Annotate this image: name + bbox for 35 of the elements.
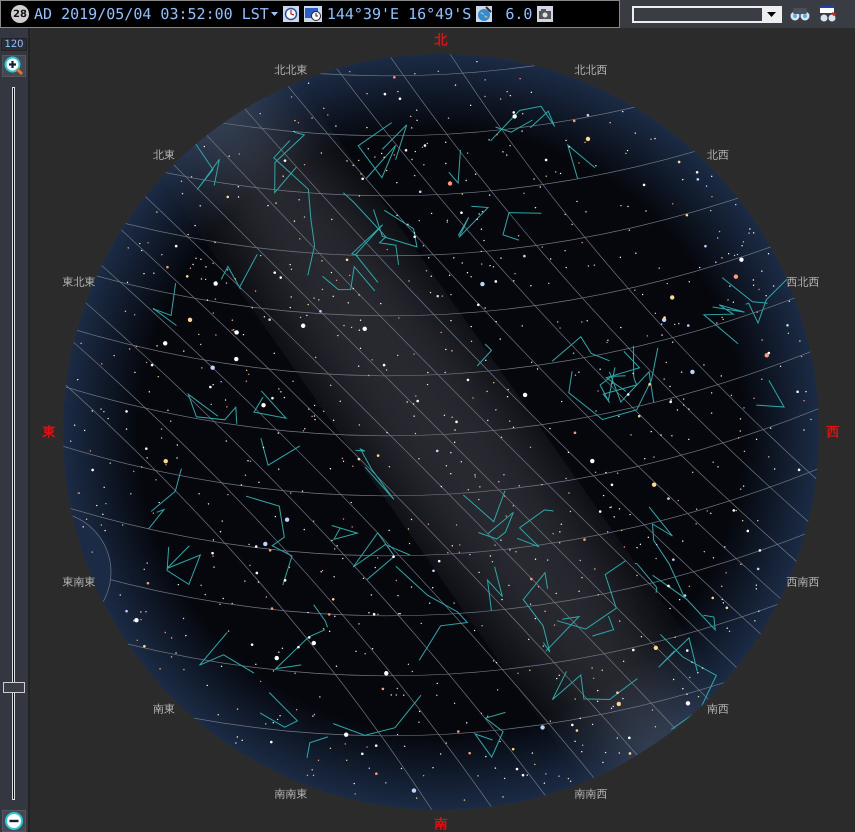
direction-label: 西南西	[786, 574, 820, 590]
direction-label: 北	[434, 32, 448, 49]
direction-label: 北西	[707, 147, 730, 162]
direction-label: 東	[42, 424, 56, 441]
location-coordinates[interactable]: 144°39'E 16°49'S	[326, 5, 472, 23]
binoculars-icon[interactable]	[790, 7, 810, 21]
direction-label: 西北西	[786, 274, 820, 290]
window-binoculars-icon[interactable]	[818, 6, 838, 22]
direction-label: 南南東	[274, 786, 308, 802]
date-time[interactable]: AD 2019/05/04 03:52:00 LST	[34, 5, 269, 23]
direction-label: 東南東	[62, 574, 96, 590]
direction-label: 北東	[152, 147, 175, 162]
direction-label: 南西	[707, 702, 730, 717]
direction-label: 北北西	[574, 62, 608, 78]
direction-label: 北北東	[274, 62, 308, 78]
field-of-view-readout: 120	[1, 38, 27, 51]
zoom-in-button[interactable]	[2, 55, 26, 77]
direction-label: 東北東	[62, 274, 96, 290]
direction-label: 南	[434, 816, 448, 832]
direction-label: 西	[826, 424, 840, 441]
monitor-clock-icon[interactable]	[304, 6, 322, 22]
direction-label: 南南西	[574, 786, 608, 802]
zoom-out-button[interactable]	[2, 810, 26, 832]
dropdown-caret-icon[interactable]	[766, 12, 776, 16]
star-chart-drawing[interactable]	[63, 54, 819, 810]
caret-icon[interactable]	[270, 12, 278, 16]
clock-icon[interactable]	[282, 6, 299, 22]
slider-thumb[interactable]	[3, 682, 25, 694]
moon-age[interactable]: 28	[11, 5, 29, 23]
direction-label: 南東	[152, 702, 175, 717]
magnitude-limit[interactable]: 6.0	[505, 5, 532, 23]
zoom-slider[interactable]	[3, 87, 25, 800]
camera-icon[interactable]	[537, 6, 554, 22]
globe-icon[interactable]	[476, 6, 492, 22]
object-select-field[interactable]	[632, 6, 782, 22]
